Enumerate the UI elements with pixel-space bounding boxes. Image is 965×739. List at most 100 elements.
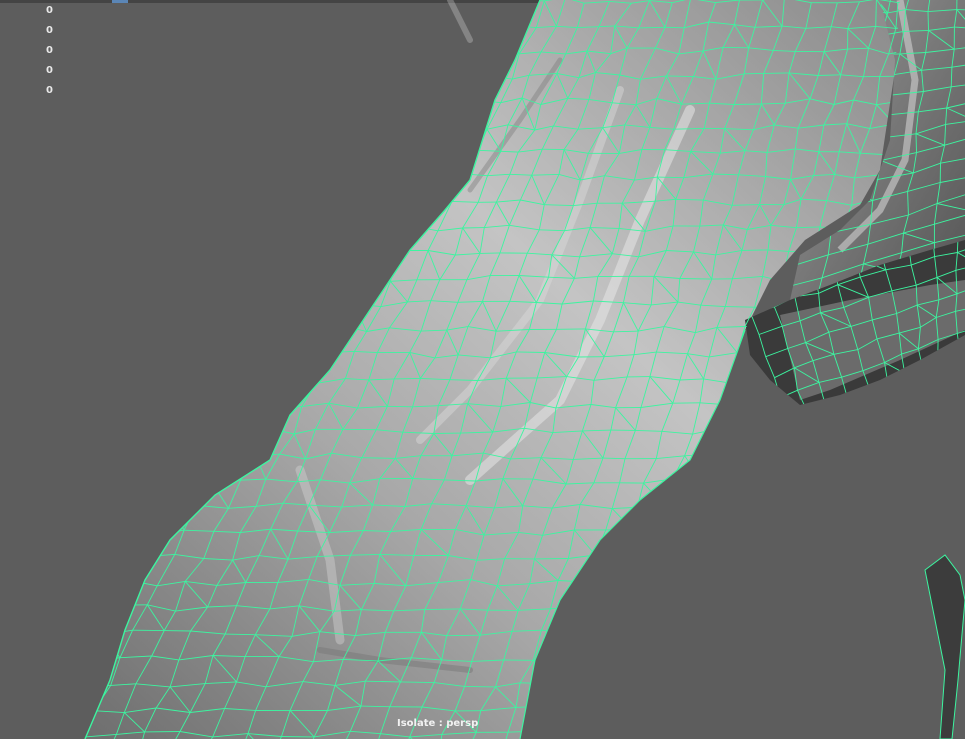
- secondary-mesh: [924, 554, 965, 739]
- wireframe-edge: [289, 329, 317, 332]
- wireframe-edge: [779, 397, 788, 405]
- wireframe-edge: [357, 253, 379, 258]
- wireframe-edge: [300, 250, 334, 257]
- wireframe-edge: [753, 478, 786, 485]
- wireframe-edge: [754, 605, 760, 632]
- wireframe-edge: [224, 377, 237, 403]
- wireframe-edge: [316, 302, 333, 331]
- wireframe-edge: [640, 557, 652, 582]
- wireframe-edge: [826, 405, 832, 432]
- wireframe-edge: [241, 426, 265, 429]
- wireframe-edge: [587, 630, 597, 657]
- wireframe-edge: [758, 605, 795, 608]
- wireframe-edge: [404, 125, 417, 155]
- wireframe-edge: [357, 227, 369, 255]
- wireframe-edge: [427, 46, 451, 54]
- wireframe-edge: [85, 709, 94, 712]
- wireframe-edge: [650, 656, 681, 661]
- wireframe-edge: [783, 634, 789, 657]
- wireframe-edge: [353, 129, 366, 151]
- hud-value: 0: [46, 25, 53, 36]
- wireframe-edge: [666, 606, 696, 610]
- wireframe-edge: [328, 325, 345, 353]
- wireframe-edge: [341, 149, 355, 176]
- wireframe-edge: [663, 478, 674, 506]
- wireframe-edge: [807, 403, 826, 405]
- wireframe-edge: [530, 731, 535, 739]
- wireframe-edge: [118, 580, 130, 606]
- wireframe-edge: [199, 429, 217, 457]
- wireframe-edge: [811, 459, 819, 479]
- wireframe-edge: [261, 357, 277, 384]
- wireframe-edge: [570, 606, 582, 634]
- wireframe-edge: [101, 604, 120, 636]
- wireframe-edge: [747, 504, 781, 508]
- wireframe-edge: [562, 734, 569, 739]
- wireframe-edge: [171, 504, 197, 507]
- wireframe-edge: [784, 478, 813, 506]
- wireframe-edge: [602, 706, 636, 739]
- wireframe-edge: [915, 133, 917, 153]
- wireframe-edge: [390, 226, 417, 229]
- wireframe-edge: [656, 530, 688, 534]
- wireframe-edge: [300, 226, 316, 257]
- wireframe-edge: [690, 505, 722, 508]
- wireframe-edge: [264, 407, 280, 428]
- wireframe-edge: [746, 682, 778, 686]
- wireframe-edge: [551, 660, 563, 684]
- wireframe-edge: [391, 74, 421, 77]
- wireframe-edge: [427, 200, 453, 203]
- wireframe-edge: [636, 581, 641, 605]
- wireframe-edge: [405, 100, 433, 103]
- wireframe-edge: [394, 377, 421, 380]
- heads-up-display: 0 0 0 0 0: [46, 4, 53, 104]
- wireframe-edge: [490, 51, 498, 77]
- wireframe-edge: [392, 154, 406, 177]
- viewport-panel[interactable]: 0 0 0 0 0 Isolate: persp: [0, 0, 965, 739]
- wireframe-edge: [735, 705, 773, 709]
- wireframe-edge: [486, 25, 510, 28]
- hud-value: 0: [46, 85, 53, 96]
- wireframe-edge: [643, 682, 670, 710]
- wireframe-edge: [315, 203, 328, 227]
- wireframe-edge: [775, 403, 806, 410]
- wireframe-edge: [407, 47, 428, 54]
- wireframe-edge: [389, 100, 406, 131]
- wireframe-edge: [727, 379, 754, 384]
- wireframe-edge: [363, 279, 391, 282]
- wireframe-edge: [715, 654, 751, 657]
- wireframe-edge: [187, 456, 201, 481]
- wireframe-edge: [644, 682, 675, 686]
- wireframe-edge: [454, 74, 466, 99]
- mesh-wireframe-render[interactable]: [0, 0, 965, 739]
- wireframe-edge: [805, 505, 813, 534]
- wireframe-edge: [225, 452, 256, 457]
- wireframe-edge: [825, 397, 848, 405]
- wireframe-edge: [354, 149, 380, 155]
- wireframe-edge: [771, 682, 779, 709]
- wireframe-edge: [690, 479, 702, 508]
- wireframe-edge: [695, 605, 730, 608]
- wireframe-edge: [479, 252, 501, 254]
- wireframe-edge: [677, 531, 689, 561]
- wireframe-edge: [904, 367, 923, 374]
- wireframe-edge: [438, 47, 451, 75]
- wireframe-edge: [380, 75, 393, 100]
- wireframe-edge: [304, 279, 319, 307]
- wireframe-edge: [304, 302, 333, 307]
- wireframe-edge: [376, 204, 392, 228]
- wireframe-edge: [766, 531, 775, 557]
- wireframe-edge: [700, 479, 728, 482]
- wireframe-edge: [277, 301, 306, 307]
- wireframe-edge: [367, 154, 381, 178]
- wireframe-edge: [798, 430, 827, 433]
- wireframe-edge: [235, 377, 253, 408]
- wireframe-edge: [758, 605, 788, 636]
- wireframe-edge: [766, 282, 775, 308]
- wireframe-edge: [450, 46, 476, 54]
- wireframe-edge: [432, 74, 440, 102]
- wireframe-edge: [699, 583, 734, 587]
- wireframe-edge: [669, 707, 705, 710]
- wireframe-edge: [318, 279, 342, 283]
- wireframe-edge: [427, 178, 443, 203]
